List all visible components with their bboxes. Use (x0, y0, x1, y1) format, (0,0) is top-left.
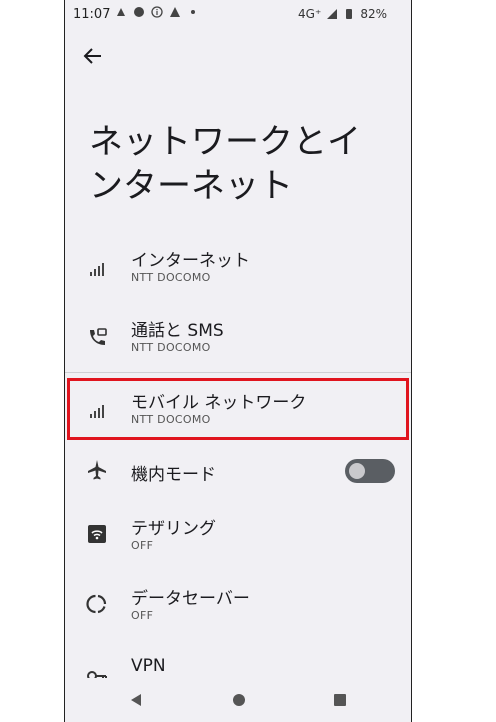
item-label: 通話と SMS (131, 321, 224, 341)
nav-back-icon[interactable] (127, 691, 145, 709)
item-label: VPN (131, 656, 166, 676)
item-sub: NTT DOCOMO (131, 271, 211, 284)
dot-icon (191, 10, 195, 14)
warning-icon (170, 7, 180, 17)
list-item-internet[interactable]: インターネット NTT DOCOMO (65, 236, 411, 302)
list-item-calls-sms[interactable]: 通話と SMS NTT DOCOMO (65, 306, 411, 372)
status-bar: 11:07 4G⁺ 82% (65, 0, 411, 32)
list-item-tethering[interactable]: テザリング OFF (65, 510, 411, 576)
chat-notification-icon (134, 7, 144, 17)
item-label: インターネット (131, 251, 250, 271)
status-time: 11:07 (73, 7, 111, 22)
phone-screen: 11:07 4G⁺ 82% ネットワークとインターネット インターネット NTT… (64, 0, 412, 722)
app-notification-icon (117, 8, 125, 16)
system-status: 4G⁺ 82% (298, 7, 387, 21)
item-label: データセーバー (131, 589, 250, 609)
nav-recents-icon[interactable] (331, 691, 349, 709)
hotspot-icon (88, 525, 106, 543)
item-sub: NTT DOCOMO (131, 341, 211, 354)
signal-icon (90, 263, 104, 276)
item-label: 機内モード (131, 465, 216, 485)
info-icon (151, 6, 163, 18)
item-sub: OFF (131, 539, 154, 552)
section-divider (65, 372, 411, 373)
item-label: テザリング (131, 519, 216, 539)
back-arrow-icon[interactable] (81, 44, 105, 68)
airplane-icon (88, 460, 106, 480)
network-type: 4G⁺ (298, 7, 322, 21)
nav-home-icon[interactable] (230, 691, 248, 709)
item-sub: OFF (131, 609, 154, 622)
notification-icons (115, 6, 199, 18)
signal-strength-icon (327, 9, 338, 19)
list-item-data-saver[interactable]: データセーバー OFF (65, 580, 411, 646)
data-saver-icon (86, 594, 107, 614)
battery-percent: 82% (360, 7, 387, 21)
page-title: ネットワークとインターネット (89, 122, 361, 206)
highlight-box (67, 378, 409, 440)
airplane-mode-toggle[interactable] (345, 459, 395, 483)
navigation-bar (65, 678, 411, 722)
battery-icon (346, 9, 353, 19)
phone-sms-icon (90, 328, 107, 345)
toggle-knob (349, 463, 365, 479)
